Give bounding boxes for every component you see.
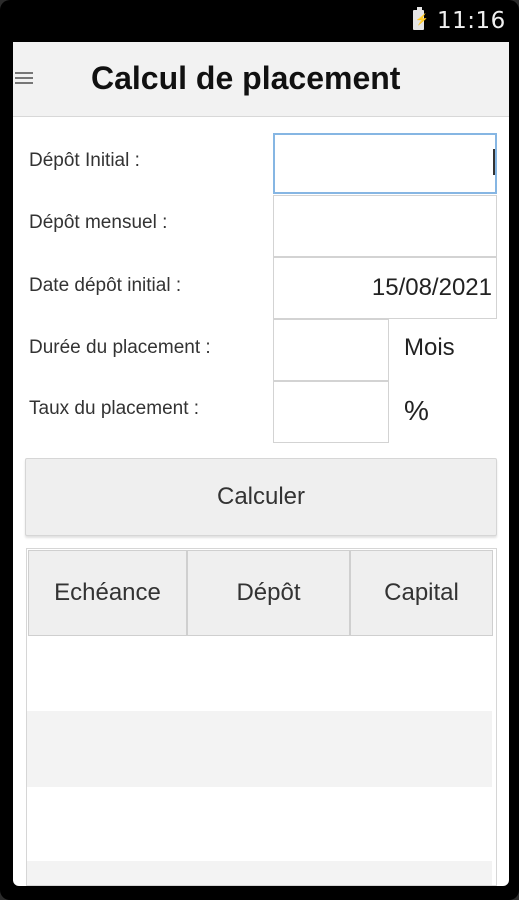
app-bar: Calcul de placement (13, 42, 509, 117)
table-row (27, 861, 492, 885)
rate-label: Taux du placement : (29, 398, 200, 419)
initial-date-label: Date dépôt initial : (29, 275, 182, 296)
initial-date-input[interactable] (273, 257, 497, 319)
app-screen: ⚡ 11:16 Calcul de placement Dépôt Initia… (13, 0, 509, 886)
rate-unit: % (404, 395, 429, 426)
calculate-button[interactable]: Calculer (25, 458, 497, 536)
status-time: 11:16 (437, 8, 506, 34)
column-header-echeance[interactable]: Echéance (28, 550, 187, 636)
initial-deposit-input[interactable] (273, 133, 497, 194)
rate-input[interactable] (273, 381, 389, 443)
column-header-depot[interactable]: Dépôt (187, 550, 350, 636)
battery-charging-icon: ⚡ (413, 7, 429, 30)
status-bar: ⚡ 11:16 (13, 0, 509, 42)
duration-input[interactable] (273, 319, 389, 381)
page-title: Calcul de placement (91, 60, 401, 96)
column-header-capital[interactable]: Capital (350, 550, 493, 636)
text-caret (493, 149, 495, 175)
monthly-deposit-label: Dépôt mensuel : (29, 212, 168, 233)
table-row (27, 711, 492, 787)
hamburger-menu-icon[interactable] (15, 72, 33, 84)
duration-unit: Mois (404, 334, 455, 361)
device-frame: ⚡ 11:16 Calcul de placement Dépôt Initia… (0, 0, 519, 900)
duration-label: Durée du placement : (29, 337, 211, 358)
monthly-deposit-input[interactable] (273, 195, 497, 257)
initial-deposit-label: Dépôt Initial : (29, 150, 140, 171)
results-table: Echéance Dépôt Capital (26, 548, 497, 886)
